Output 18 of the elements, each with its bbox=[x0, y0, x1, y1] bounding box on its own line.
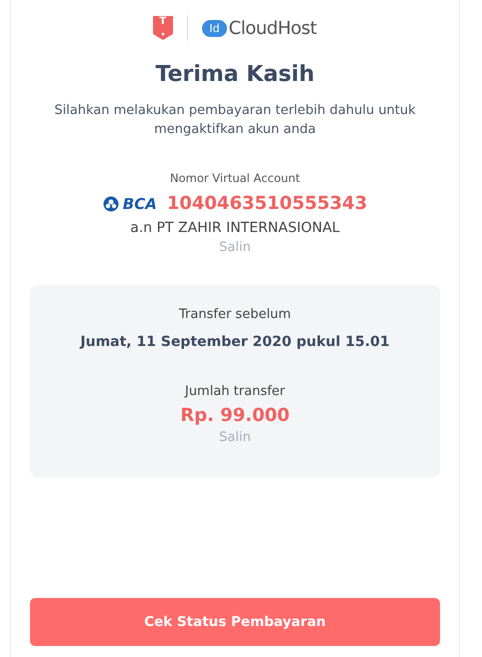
copy-link[interactable]: Salin bbox=[219, 430, 251, 445]
amount-label: Jumlah transfer bbox=[184, 384, 286, 399]
bank-name: BCA bbox=[122, 194, 157, 212]
cloud-icon: Id bbox=[202, 20, 227, 36]
account-holder: a.n PT ZAHIR INTERNASIONAL bbox=[130, 220, 340, 236]
brand-name: CloudHost bbox=[228, 18, 317, 38]
copy-link[interactable]: Salin bbox=[219, 240, 251, 255]
subtitle: Silahkan melakukan pembayaran terlebih dahulu untuk mengaktifkan akun anda bbox=[53, 102, 417, 139]
deadline-date: Jumat, 11 September 2020 pukul 15.01 bbox=[80, 334, 390, 350]
tag-icon bbox=[153, 16, 174, 40]
account-number: 1040463510555343 bbox=[166, 193, 368, 214]
logo-letter: T bbox=[159, 16, 166, 27]
check-status-button[interactable]: Cek Status Pembayaran bbox=[30, 598, 440, 646]
bank-emblem-icon bbox=[102, 196, 119, 212]
transfer-amount: Rp. 99.000 bbox=[180, 405, 290, 426]
account-label: Nomor Virtual Account bbox=[170, 171, 300, 185]
page-title: Terima Kasih bbox=[155, 62, 315, 87]
deadline-label: Transfer sebelum bbox=[179, 307, 291, 322]
